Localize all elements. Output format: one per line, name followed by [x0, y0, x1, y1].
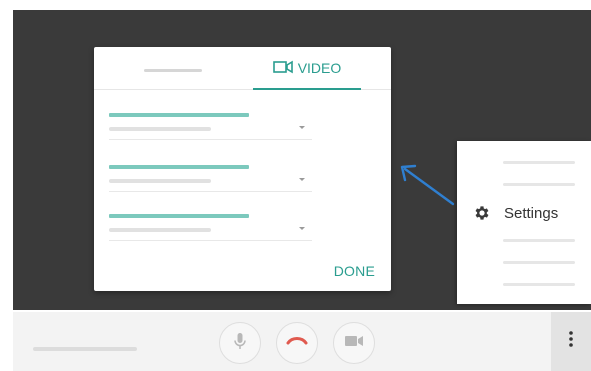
select-underline [109, 240, 312, 241]
select-value-placeholder [109, 228, 211, 232]
call-controls-bar [13, 312, 591, 371]
done-button[interactable]: DONE [334, 263, 375, 279]
select-label-placeholder [109, 165, 249, 169]
dialog-tabs: VIDEO [94, 47, 391, 90]
menu-item-placeholder[interactable] [503, 183, 575, 186]
menu-item-placeholder[interactable] [503, 239, 575, 242]
hang-up-icon [286, 334, 308, 352]
videocam-icon [272, 60, 293, 77]
tab-placeholder[interactable] [144, 69, 202, 72]
resolution-select[interactable] [109, 165, 312, 195]
select-value-placeholder [109, 179, 211, 183]
hang-up-button[interactable] [276, 322, 318, 364]
menu-item-placeholder[interactable] [503, 261, 575, 264]
menu-item-settings[interactable]: Settings [457, 197, 591, 229]
dropdown-caret-icon [299, 178, 305, 181]
meeting-screen: VIDEO DONE Settings [0, 0, 591, 371]
camera-icon [344, 334, 364, 352]
active-tab-indicator [253, 88, 361, 90]
tab-video-label: VIDEO [297, 60, 342, 76]
select-underline [109, 191, 312, 192]
mic-icon [233, 332, 247, 355]
framerate-select[interactable] [109, 214, 312, 244]
dropdown-caret-icon [299, 126, 305, 129]
camera-select[interactable] [109, 113, 312, 143]
more-options-button[interactable] [551, 312, 591, 371]
select-label-placeholder [109, 214, 249, 218]
menu-item-placeholder[interactable] [503, 283, 575, 286]
camera-button[interactable] [333, 322, 375, 364]
menu-item-placeholder[interactable] [503, 161, 575, 164]
meeting-info-placeholder [33, 347, 137, 351]
pointer-arrow-icon [400, 164, 455, 206]
select-underline [109, 139, 312, 140]
settings-label: Settings [504, 205, 559, 222]
select-label-placeholder [109, 113, 249, 117]
dropdown-caret-icon [299, 227, 305, 230]
mic-button[interactable] [219, 322, 261, 364]
more-vertical-icon [569, 331, 573, 352]
settings-dialog: VIDEO DONE [94, 47, 391, 291]
tab-video[interactable]: VIDEO [253, 47, 361, 90]
overflow-menu: Settings [457, 141, 591, 304]
select-value-placeholder [109, 127, 211, 131]
gear-icon [473, 204, 491, 222]
